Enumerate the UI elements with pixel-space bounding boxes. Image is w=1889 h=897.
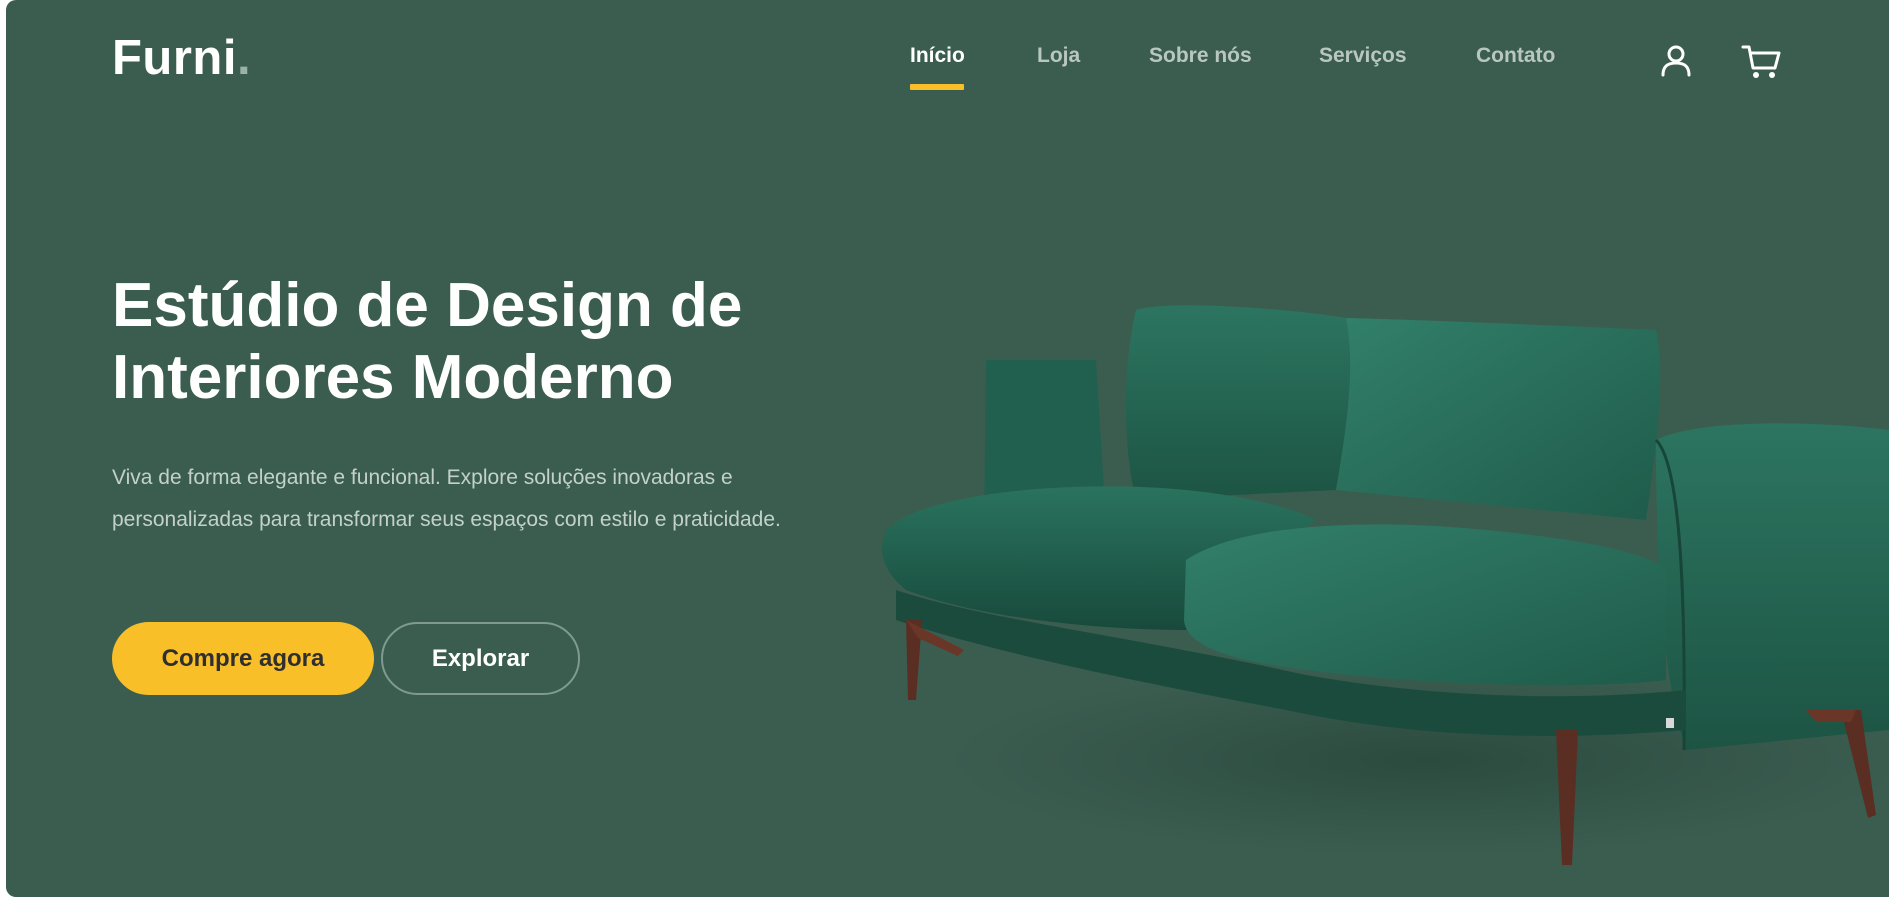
nav-item-inicio[interactable]: Início (910, 44, 965, 68)
nav-item-sobre-nos[interactable]: Sobre nós (1149, 44, 1252, 68)
hero-title-line-2: Interiores Moderno (112, 343, 674, 412)
hero-title-line-1: Estúdio de Design de (112, 271, 743, 340)
explore-button[interactable]: Explorar (381, 622, 580, 695)
brand-dot: . (236, 31, 252, 85)
shop-now-button[interactable]: Compre agora (112, 622, 374, 695)
brand-logo[interactable]: Furni. (112, 30, 251, 86)
nav-item-contato[interactable]: Contato (1476, 44, 1555, 68)
hero-description: Viva de forma elegante e funcional. Expl… (112, 466, 781, 531)
nav-item-loja[interactable]: Loja (1037, 44, 1080, 68)
nav-item-servicos[interactable]: Serviços (1319, 44, 1407, 68)
user-icon[interactable] (1656, 41, 1696, 81)
hero-section: Furni. Início Loja Sobre nós Serviços Co… (6, 0, 1889, 897)
nav-active-indicator (910, 84, 964, 90)
hero-title: Estúdio de Design de Interiores Moderno (112, 270, 832, 414)
sofa-image (866, 290, 1889, 890)
brand-name: Furni (112, 31, 237, 85)
cart-icon[interactable] (1741, 41, 1781, 81)
